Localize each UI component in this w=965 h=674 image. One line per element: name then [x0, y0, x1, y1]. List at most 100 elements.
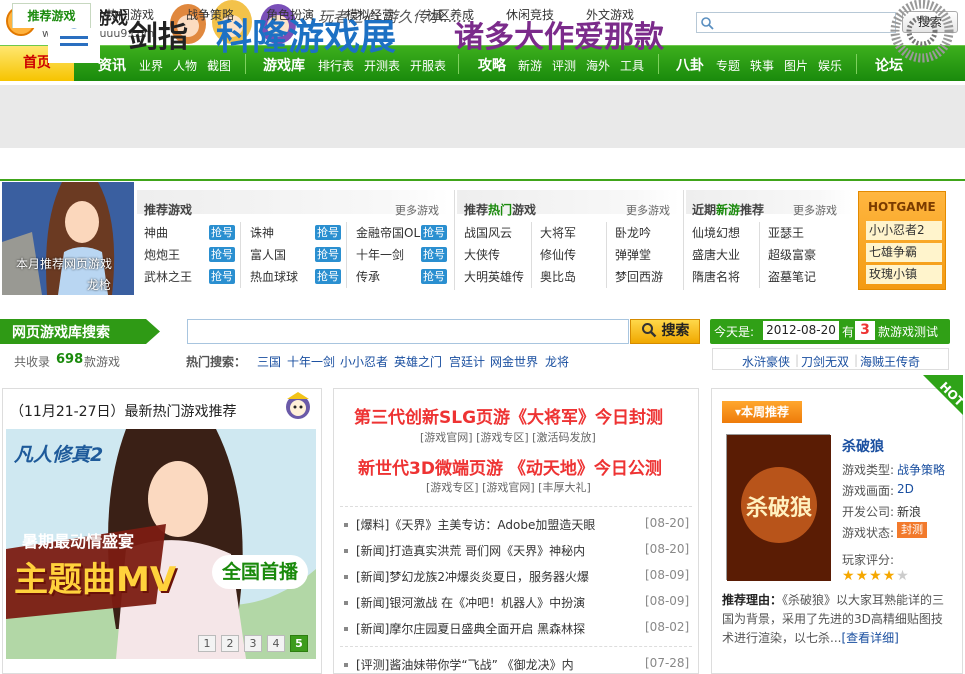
nav-guide-overseas[interactable]: 海外 [586, 57, 610, 74]
pager-3[interactable]: 3 [244, 635, 262, 652]
game-link[interactable]: 十年一剑 [356, 246, 404, 263]
game-link[interactable]: 大侠传 [464, 246, 500, 263]
grab-code-badge[interactable]: 抢号 [315, 247, 341, 262]
category-tabs [0, 153, 965, 181]
hot-keyword[interactable]: 宫廷计 [449, 353, 485, 370]
game-link[interactable]: 神曲 [144, 224, 168, 241]
game-link[interactable]: 大将军 [540, 224, 576, 241]
pick-game-name[interactable]: 杀破狼 [842, 436, 884, 456]
tab-foreign[interactable]: 外文游戏 [578, 4, 642, 28]
nav-gossip-pictures[interactable]: 图片 [784, 57, 808, 74]
hot-keyword[interactable]: 三国 [257, 353, 281, 370]
nav-guide-tools[interactable]: 工具 [620, 57, 644, 74]
nav-guide-new[interactable]: 新游 [518, 57, 542, 74]
hot-keyword[interactable]: 英雄之门 [394, 353, 442, 370]
headline-1-links[interactable]: [游戏官网] [游戏专区] [激活码发放] [420, 429, 596, 445]
featured-caption-1[interactable]: 本月推荐网页游戏 [16, 255, 112, 272]
tab-casual[interactable]: 休闲竞技 [498, 4, 562, 28]
hotgame-item[interactable]: 玫瑰小镇 [866, 265, 942, 284]
news-item[interactable]: [新闻]银河激战 在《冲吧！机器人》中扮演 [356, 594, 585, 611]
type-value[interactable]: 战争策略 [897, 461, 945, 478]
status-label: 游戏状态: [842, 526, 895, 540]
nav-gossip-topic[interactable]: 专题 [716, 57, 740, 74]
top-search-input[interactable] [696, 12, 896, 33]
hot-keyword[interactable]: 小小忍者 [340, 353, 388, 370]
pager-5[interactable]: 5 [290, 635, 308, 652]
nav-gamelib-server[interactable]: 开服表 [410, 57, 446, 74]
nav-news-industry[interactable]: 业界 [139, 57, 163, 74]
game-link[interactable]: 盛唐大业 [692, 246, 740, 263]
hot-keyword[interactable]: 十年一剑 [287, 353, 335, 370]
game-link[interactable]: 战国风云 [464, 224, 512, 241]
nav-guide-review[interactable]: 评测 [552, 57, 576, 74]
game-cover-image[interactable]: 杀破狼 [726, 434, 831, 581]
game-link[interactable]: 奥比岛 [540, 268, 576, 285]
grab-code-badge[interactable]: 抢号 [209, 225, 235, 240]
nav-gossip-anecdote[interactable]: 轶事 [750, 57, 774, 74]
news-item[interactable]: [新闻]摩尔庄园夏日盛典全面开启 黑森林探 [356, 620, 585, 637]
game-link[interactable]: 传承 [356, 268, 380, 285]
tab-hot[interactable]: 热门游戏 [98, 4, 162, 28]
game-link[interactable]: 超级富豪 [768, 246, 816, 263]
hot-keyword[interactable]: 龙将 [545, 353, 569, 370]
game-link[interactable]: 大明英雄传 [464, 268, 524, 285]
test-game-link[interactable]: 水浒豪侠 [742, 353, 790, 370]
nav-guide[interactable]: 攻略 [478, 55, 506, 75]
game-link[interactable]: 修仙传 [540, 246, 576, 263]
grab-code-badge[interactable]: 抢号 [421, 269, 447, 284]
hot-keyword[interactable]: 网金世界 [490, 353, 538, 370]
news-item[interactable]: [新闻]梦幻龙族2冲爆炎炎夏日，服务器火爆 [356, 568, 589, 585]
test-game-link[interactable]: 刀剑无双 [801, 353, 849, 370]
hotgame-item[interactable]: 七雄争霸 [866, 243, 942, 262]
grab-code-badge[interactable]: 抢号 [209, 269, 235, 284]
game-link[interactable]: 盗墓笔记 [768, 268, 816, 285]
tab-recommended[interactable]: 推荐游戏 [12, 3, 91, 28]
nav-news-people[interactable]: 人物 [173, 57, 197, 74]
hot-more-link[interactable]: 更多游戏 [626, 202, 670, 218]
featured-caption-2[interactable]: 龙枪 [87, 276, 111, 293]
game-link[interactable]: 热血球球 [250, 268, 298, 285]
headline-2[interactable]: 新世代3D微端页游 《动天地》今日公测 [358, 454, 662, 479]
game-link[interactable]: 弹弹堂 [615, 246, 651, 263]
headline-1[interactable]: 第三代创新SLG页游《大将军》今日封测 [354, 403, 663, 428]
game-link[interactable]: 隋唐名将 [692, 268, 740, 285]
game-link[interactable]: 炮炮王 [144, 246, 180, 263]
nav-gossip[interactable]: 八卦 [676, 55, 704, 75]
news-date: [08-09] [645, 568, 690, 582]
news-item[interactable]: [评测]酱油妹带你学“飞战” 《御龙决》内 [356, 656, 574, 673]
new-more-link[interactable]: 更多游戏 [793, 202, 837, 218]
grab-code-badge[interactable]: 抢号 [315, 225, 341, 240]
reason-more-link[interactable]: [查看详细] [841, 631, 898, 645]
game-link[interactable]: 武林之王 [144, 268, 192, 285]
pager-2[interactable]: 2 [221, 635, 239, 652]
library-search-input[interactable] [187, 319, 629, 344]
tab-simulation[interactable]: 模拟经营 [338, 4, 402, 28]
news-item[interactable]: [爆料]《天界》主美专访：Adobe加盟造天眼 [356, 516, 595, 533]
nav-gossip-entertainment[interactable]: 娱乐 [818, 57, 842, 74]
grab-code-badge[interactable]: 抢号 [421, 247, 447, 262]
news-item[interactable]: [新闻]打造真实洪荒 哥们网《天界》神秘内 [356, 542, 585, 559]
headline-2-links[interactable]: [游戏专区] [游戏官网] [丰厚大礼] [426, 479, 591, 495]
tab-strategy[interactable]: 战争策略 [178, 4, 242, 28]
test-game-link[interactable]: 海贼王传奇 [860, 353, 920, 370]
game-link[interactable]: 富人国 [250, 246, 286, 263]
tab-community[interactable]: 社区养成 [418, 4, 482, 28]
game-link[interactable]: 卧龙吟 [615, 224, 651, 241]
library-search-button[interactable]: 搜索 [630, 319, 700, 344]
game-link[interactable]: 金融帝国OL [356, 224, 420, 241]
game-link[interactable]: 仙境幻想 [692, 224, 740, 241]
grab-code-badge[interactable]: 抢号 [209, 247, 235, 262]
game-link[interactable]: 诛神 [250, 224, 274, 241]
ad-banner[interactable] [0, 85, 965, 148]
tab-rpg[interactable]: 角色扮演 [258, 4, 322, 28]
recommend-more-link[interactable]: 更多游戏 [395, 202, 439, 218]
nav-news[interactable]: 资讯 [98, 55, 126, 75]
pager-4[interactable]: 4 [267, 635, 285, 652]
pager-1[interactable]: 1 [198, 635, 216, 652]
grab-code-badge[interactable]: 抢号 [315, 269, 341, 284]
grab-code-badge[interactable]: 抢号 [421, 225, 447, 240]
game-link[interactable]: 亚瑟王 [768, 224, 804, 241]
hotgame-item[interactable]: 小小忍者2 [866, 221, 942, 240]
featured-game-image[interactable] [2, 182, 134, 295]
game-link[interactable]: 梦回西游 [615, 268, 663, 285]
